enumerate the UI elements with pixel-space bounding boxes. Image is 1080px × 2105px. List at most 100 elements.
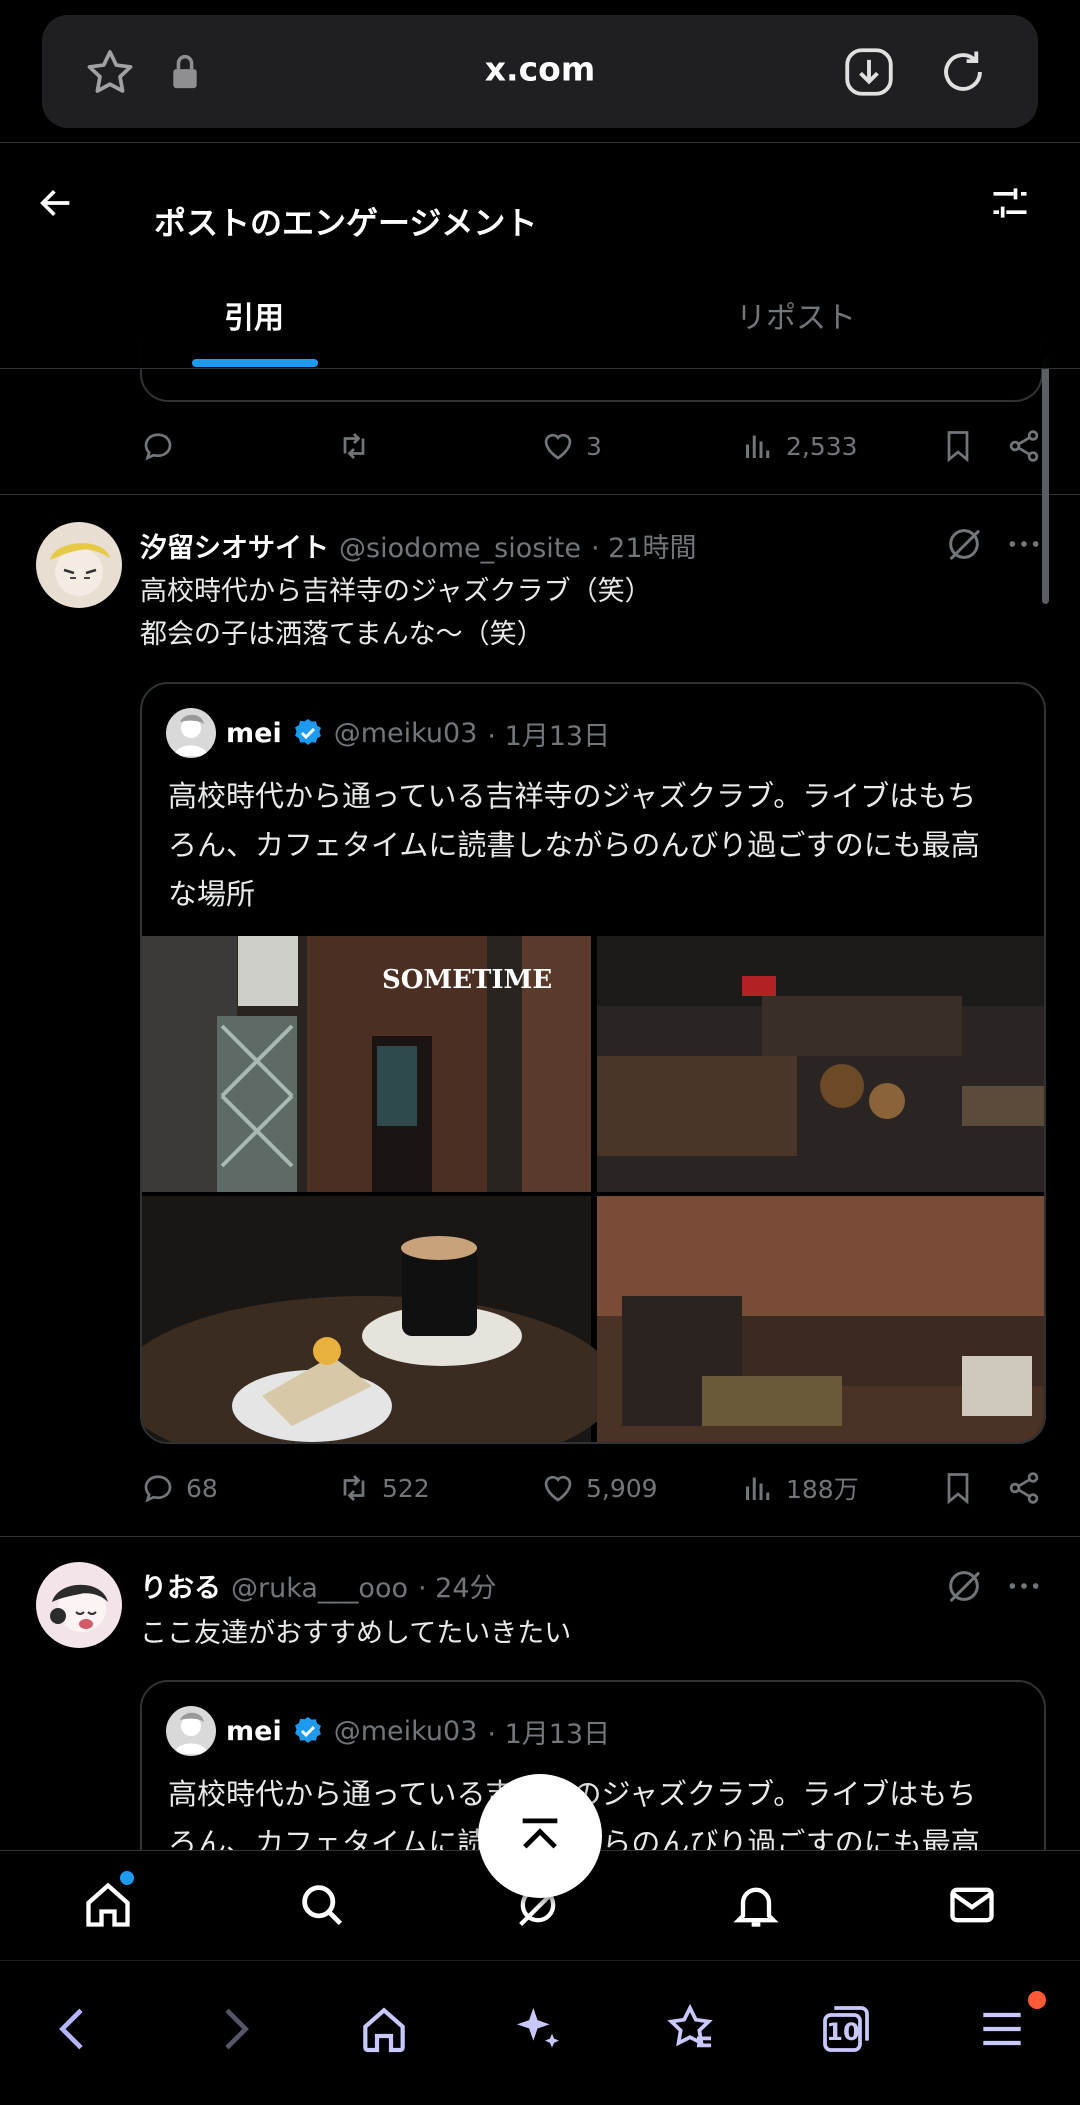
like-button[interactable]: 5,909 [540,1470,658,1506]
bookmark-icon [947,1473,969,1505]
bookmark-button[interactable] [940,428,976,464]
quote-display-name: mei [226,1715,282,1747]
back-arrow-icon[interactable] [36,183,76,223]
reply-icon [144,1475,172,1503]
quote-username: @meiku03 [333,1715,478,1747]
quote-avatar [166,1706,216,1756]
bookmark-icon [947,431,969,463]
reload-icon[interactable] [934,43,992,101]
avatar[interactable] [36,1562,122,1648]
home-notification-dot [120,1871,134,1885]
repost-icon [343,433,365,459]
scrollbar[interactable] [1042,358,1049,604]
photo-stage[interactable] [597,936,1046,1192]
like-count: 3 [586,431,602,461]
quote-card[interactable]: mei @meiku03 · 1月13日 高校時代から通っている吉祥寺のジャズク… [140,682,1046,1444]
quote-header: mei @meiku03 · 1月13日 [166,708,610,758]
share-button[interactable] [1006,428,1042,464]
quote-timestamp: · 1月13日 [487,720,611,752]
messages-envelope-icon[interactable] [946,1879,998,1931]
display-name[interactable]: りおる [140,1566,221,1605]
tab-quotes[interactable]: 引用 [224,293,284,337]
views-count: 2,533 [786,431,858,461]
repost-button[interactable] [336,428,372,464]
post-header: 汐留シオサイト @siodome_siosite · 21時間 [140,526,697,565]
bookmarks-icon[interactable] [662,2001,718,2057]
menu-notification-badge [1028,1991,1046,2009]
verified-badge-icon [294,719,321,745]
views-button[interactable]: 188万 [740,1470,859,1506]
timestamp[interactable]: · 21時間 [591,526,697,565]
post-text-line: 高校時代から吉祥寺のジャズクラブ（笑） [140,576,652,607]
page-header: ポストのエンゲージメント 引用 リポスト [0,143,1080,369]
media-sign-text: SOMETIME [382,965,552,995]
repost-button[interactable]: 522 [336,1470,430,1506]
photo-seating[interactable] [597,1196,1046,1444]
display-name[interactable]: 汐留シオサイト [140,526,329,565]
browser-bottom-bar: 10 [0,1960,1080,2105]
grok-icon[interactable] [944,1566,984,1606]
views-button[interactable]: 2,533 [740,428,858,464]
filter-icon[interactable] [988,181,1032,225]
active-tab-indicator [192,359,318,367]
reply-button[interactable] [140,428,176,464]
username[interactable]: @siodome_siosite [339,533,581,564]
quote-header: mei @meiku03 · 1月13日 [166,1706,610,1756]
quote-text-line: 高校時代から通っている吉祥寺のジャズクラブ。ライブはもち [168,779,977,813]
reply-count: 68 [186,1473,218,1503]
more-icon[interactable] [1004,1566,1044,1606]
browser-address-bar[interactable]: x.com [42,15,1038,128]
verified-badge-icon [294,1717,321,1743]
prev-post-actions: 3 2,533 [140,428,1046,472]
more-icon[interactable] [1004,524,1044,564]
back-icon[interactable] [46,2001,102,2057]
tab-reposts[interactable]: リポスト [736,293,856,337]
home-icon[interactable] [82,1879,134,1931]
notifications-bell-icon[interactable] [730,1879,782,1931]
scroll-up-icon [522,1818,558,1849]
share-icon [1009,430,1039,462]
views-count: 188万 [786,1475,859,1504]
scroll-to-top-button[interactable] [478,1774,602,1898]
reply-icon [144,433,172,461]
views-icon [746,435,770,458]
photo-coffee[interactable] [142,1196,617,1444]
download-icon[interactable] [840,43,898,101]
username[interactable]: @ruka___ooo [231,1573,408,1604]
quote-timestamp: · 1月13日 [487,1718,611,1750]
bookmark-button[interactable] [940,1470,976,1506]
forward-icon[interactable] [206,2001,262,2057]
share-icon [1009,1472,1039,1504]
heart-icon [544,433,572,460]
post-divider [0,1536,1080,1537]
menu-icon[interactable] [974,2001,1030,2057]
like-button[interactable]: 3 [540,428,602,464]
home-icon[interactable] [356,2001,412,2057]
post-actions: 68 522 5,909 188万 [140,1470,1046,1514]
tabs-button[interactable]: 10 [818,2001,874,2057]
repost-count: 522 [382,1473,430,1503]
sparkles-icon[interactable] [510,2001,566,2057]
quote-username: @meiku03 [333,717,478,749]
timestamp[interactable]: · 24分 [418,1566,497,1605]
repost-icon [343,1475,365,1501]
post-divider [0,494,1080,495]
quote-avatar [166,708,216,758]
like-count: 5,909 [586,1473,658,1503]
post-text: 高校時代から吉祥寺のジャズクラブ（笑） 都会の子は洒落てまんな〜（笑） [140,570,652,656]
media-grid[interactable]: SOMETIME [142,936,1046,1444]
quote-display-name: mei [226,717,282,749]
grok-icon[interactable] [944,524,984,564]
views-icon [746,1477,770,1500]
post-text-line: ここ友達がおすすめしてたいきたい [140,1618,572,1649]
photo-storefront[interactable]: SOMETIME [142,936,591,1192]
avatar[interactable] [36,522,122,608]
post-header: りおる @ruka___ooo · 24分 [140,1566,497,1605]
quote-text: 高校時代から通っている吉祥寺のジャズクラブ。ライブはもち ろん、カフェタイムに読… [168,772,1018,919]
tab-count: 10 [826,2018,860,2046]
page-title: ポストのエンゲージメント [154,204,538,242]
share-button[interactable] [1006,1470,1042,1506]
quote-text-line: な場所 [168,877,256,911]
reply-button[interactable]: 68 [140,1470,218,1506]
search-icon[interactable] [296,1879,348,1931]
